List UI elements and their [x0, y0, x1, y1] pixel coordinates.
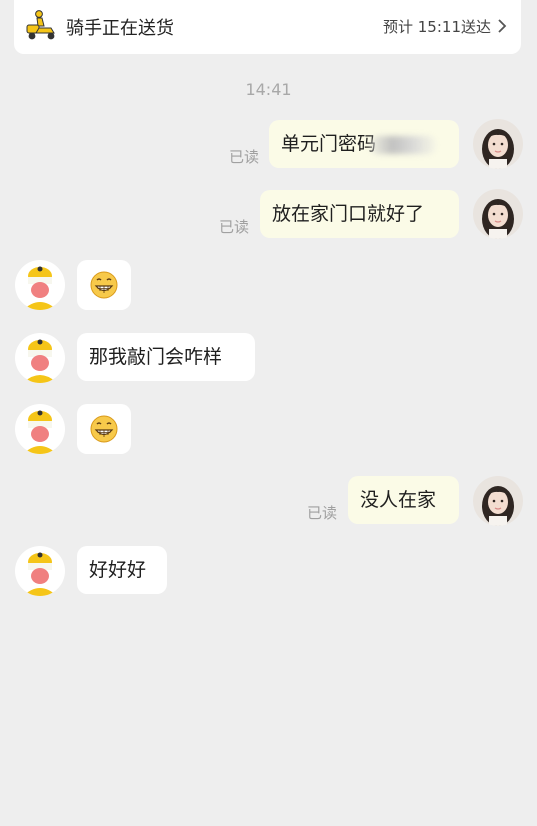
rider-avatar-image: [15, 404, 65, 454]
my-avatar[interactable]: [473, 189, 523, 239]
message-text: 单元门密码: [281, 133, 377, 155]
banner-title: 骑手正在送货: [66, 18, 174, 39]
scooter-icon: [26, 10, 55, 40]
rider-avatar[interactable]: [15, 404, 65, 454]
read-receipt: 已读: [229, 148, 260, 166]
rider-avatar-image: [15, 546, 65, 596]
emoji-message-bubble[interactable]: [77, 260, 131, 310]
read-receipt: 已读: [307, 504, 338, 522]
my-avatar[interactable]: [473, 119, 523, 169]
rider-message-bubble[interactable]: 那我敲门会咋样: [77, 333, 255, 381]
my-avatar[interactable]: [473, 476, 523, 526]
redacted-blur: [370, 135, 437, 154]
user-avatar-image: [473, 119, 523, 169]
my-message-bubble[interactable]: 放在家门口就好了: [260, 190, 459, 238]
chat-timestamp: 14:41: [245, 80, 292, 99]
rider-avatar-image: [15, 260, 65, 310]
rider-avatar[interactable]: [15, 260, 65, 310]
rider-message-bubble[interactable]: 好好好: [77, 546, 167, 594]
eta-text: 预计 15:11送达: [383, 18, 491, 36]
delivery-status-banner[interactable]: 骑手正在送货 预计 15:11送达: [14, 0, 521, 54]
rider-avatar[interactable]: [15, 333, 65, 383]
user-avatar-image: [473, 189, 523, 239]
emoji-message-bubble[interactable]: [77, 404, 131, 454]
rider-avatar-image: [15, 333, 65, 383]
grin-emoji-icon: [90, 415, 118, 443]
read-receipt: 已读: [219, 218, 250, 236]
grin-emoji-icon: [90, 271, 118, 299]
rider-avatar[interactable]: [15, 546, 65, 596]
chevron-right-icon[interactable]: [495, 17, 509, 35]
user-avatar-image: [473, 476, 523, 526]
my-message-bubble[interactable]: 单元门密码: [269, 120, 459, 168]
my-message-bubble[interactable]: 没人在家: [348, 476, 459, 524]
